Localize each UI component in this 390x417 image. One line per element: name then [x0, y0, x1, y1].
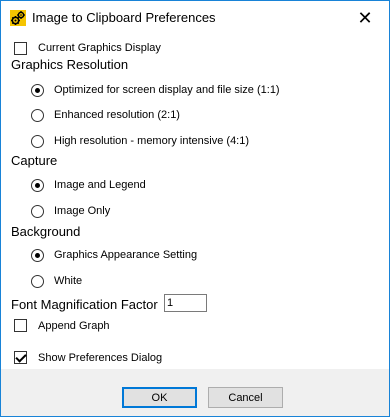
close-icon: ✕ [357, 7, 373, 28]
cancel-button[interactable]: Cancel [208, 387, 283, 408]
append-graph-label[interactable]: Append Graph [38, 320, 110, 332]
background-white-radio[interactable] [31, 275, 44, 288]
close-button[interactable]: ✕ [341, 1, 389, 35]
ok-button[interactable]: OK [122, 387, 197, 408]
current-graphics-display-checkbox[interactable] [14, 42, 27, 55]
resolution-2x-radio[interactable] [31, 109, 44, 122]
append-graph-checkbox[interactable] [14, 319, 27, 332]
background-appearance-label[interactable]: Graphics Appearance Setting [54, 249, 197, 261]
background-white-label[interactable]: White [54, 275, 82, 287]
capture-heading: Capture [11, 153, 58, 168]
font-magnification-label: Font Magnification Factor [11, 297, 158, 312]
font-magnification-input[interactable] [164, 294, 207, 312]
show-preferences-dialog-label[interactable]: Show Preferences Dialog [38, 352, 162, 364]
capture-image-legend-radio[interactable] [31, 179, 44, 192]
resolution-1x-radio[interactable] [31, 84, 44, 97]
show-preferences-dialog-checkbox[interactable] [14, 351, 27, 364]
resolution-4x-radio[interactable] [31, 135, 44, 148]
dialog-window: Image to Clipboard Preferences ✕ Current… [0, 0, 390, 417]
title-bar[interactable]: Image to Clipboard Preferences ✕ [1, 1, 389, 35]
resolution-4x-label[interactable]: High resolution - memory intensive (4:1) [54, 135, 249, 147]
capture-image-legend-label[interactable]: Image and Legend [54, 179, 146, 191]
current-graphics-display-label[interactable]: Current Graphics Display [38, 42, 161, 54]
graphics-resolution-heading: Graphics Resolution [11, 57, 129, 72]
app-gear-icon [10, 10, 26, 26]
dialog-footer: OK Cancel [1, 369, 389, 416]
capture-image-only-radio[interactable] [31, 205, 44, 218]
resolution-1x-label[interactable]: Optimized for screen display and file si… [54, 84, 280, 96]
resolution-2x-label[interactable]: Enhanced resolution (2:1) [54, 109, 180, 121]
dialog-body: Current Graphics Display Graphics Resolu… [1, 35, 389, 369]
capture-image-only-label[interactable]: Image Only [54, 205, 110, 217]
background-appearance-radio[interactable] [31, 249, 44, 262]
background-heading: Background [11, 224, 81, 239]
window-title: Image to Clipboard Preferences [32, 10, 216, 25]
